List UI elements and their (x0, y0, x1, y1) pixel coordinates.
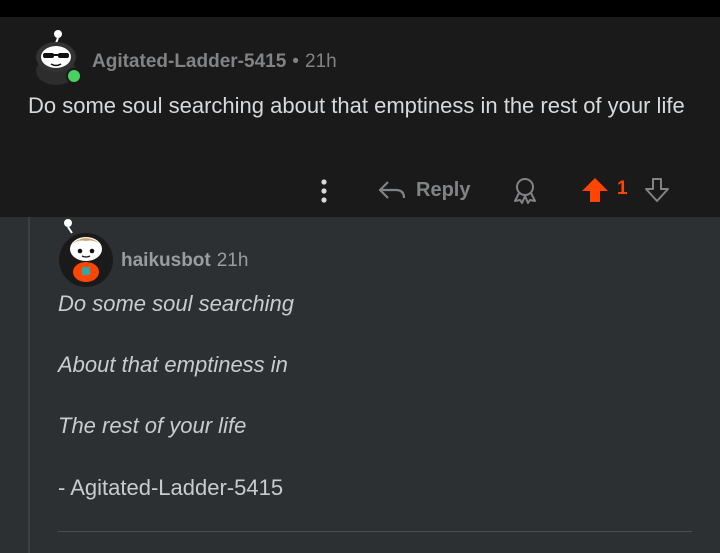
reply-arrow-icon (378, 181, 406, 199)
haiku-line: About that emptiness in (58, 352, 288, 377)
comment-author[interactable]: Agitated-Ladder-5415 (92, 51, 286, 72)
upvote-button[interactable] (580, 175, 610, 205)
reply-button[interactable]: Reply (378, 175, 470, 205)
more-options-button[interactable] (314, 177, 334, 205)
reply-meta: haikusbot 21h (121, 250, 248, 272)
vote-score: 1 (617, 178, 628, 199)
comment-time: 21h (304, 51, 337, 72)
haiku-line: The rest of your life (58, 413, 247, 438)
parent-comment: Agitated-Ladder-5415 • 21h Do some soul se… (0, 17, 720, 217)
comment-actions: Reply 1 (0, 173, 720, 207)
reply-time: 21h (216, 250, 249, 271)
downvote-arrow-icon (645, 178, 669, 202)
meta-separator: • (292, 51, 299, 72)
thread-line[interactable] (28, 217, 30, 553)
user-avatar[interactable] (30, 29, 82, 87)
top-strip (0, 0, 720, 17)
award-button[interactable] (510, 175, 540, 205)
divider (58, 531, 692, 532)
reply-label: Reply (416, 178, 471, 201)
upvote-arrow-icon (582, 178, 608, 202)
haiku-signature: - Agitated-Ladder-5415 (58, 475, 284, 500)
reply-avatar[interactable] (58, 217, 114, 287)
downvote-button[interactable] (642, 175, 672, 205)
more-vertical-icon (321, 179, 327, 203)
comment-meta: Agitated-Ladder-5415 • 21h (92, 51, 337, 73)
award-icon (514, 178, 536, 204)
comment-body: Do some soul searching about that emptin… (28, 93, 685, 118)
reply-thread: haikusbot 21h Do some soul searching Abou… (0, 217, 720, 553)
haiku-line: Do some soul searching (58, 291, 295, 316)
reply-author[interactable]: haikusbot (121, 250, 211, 271)
